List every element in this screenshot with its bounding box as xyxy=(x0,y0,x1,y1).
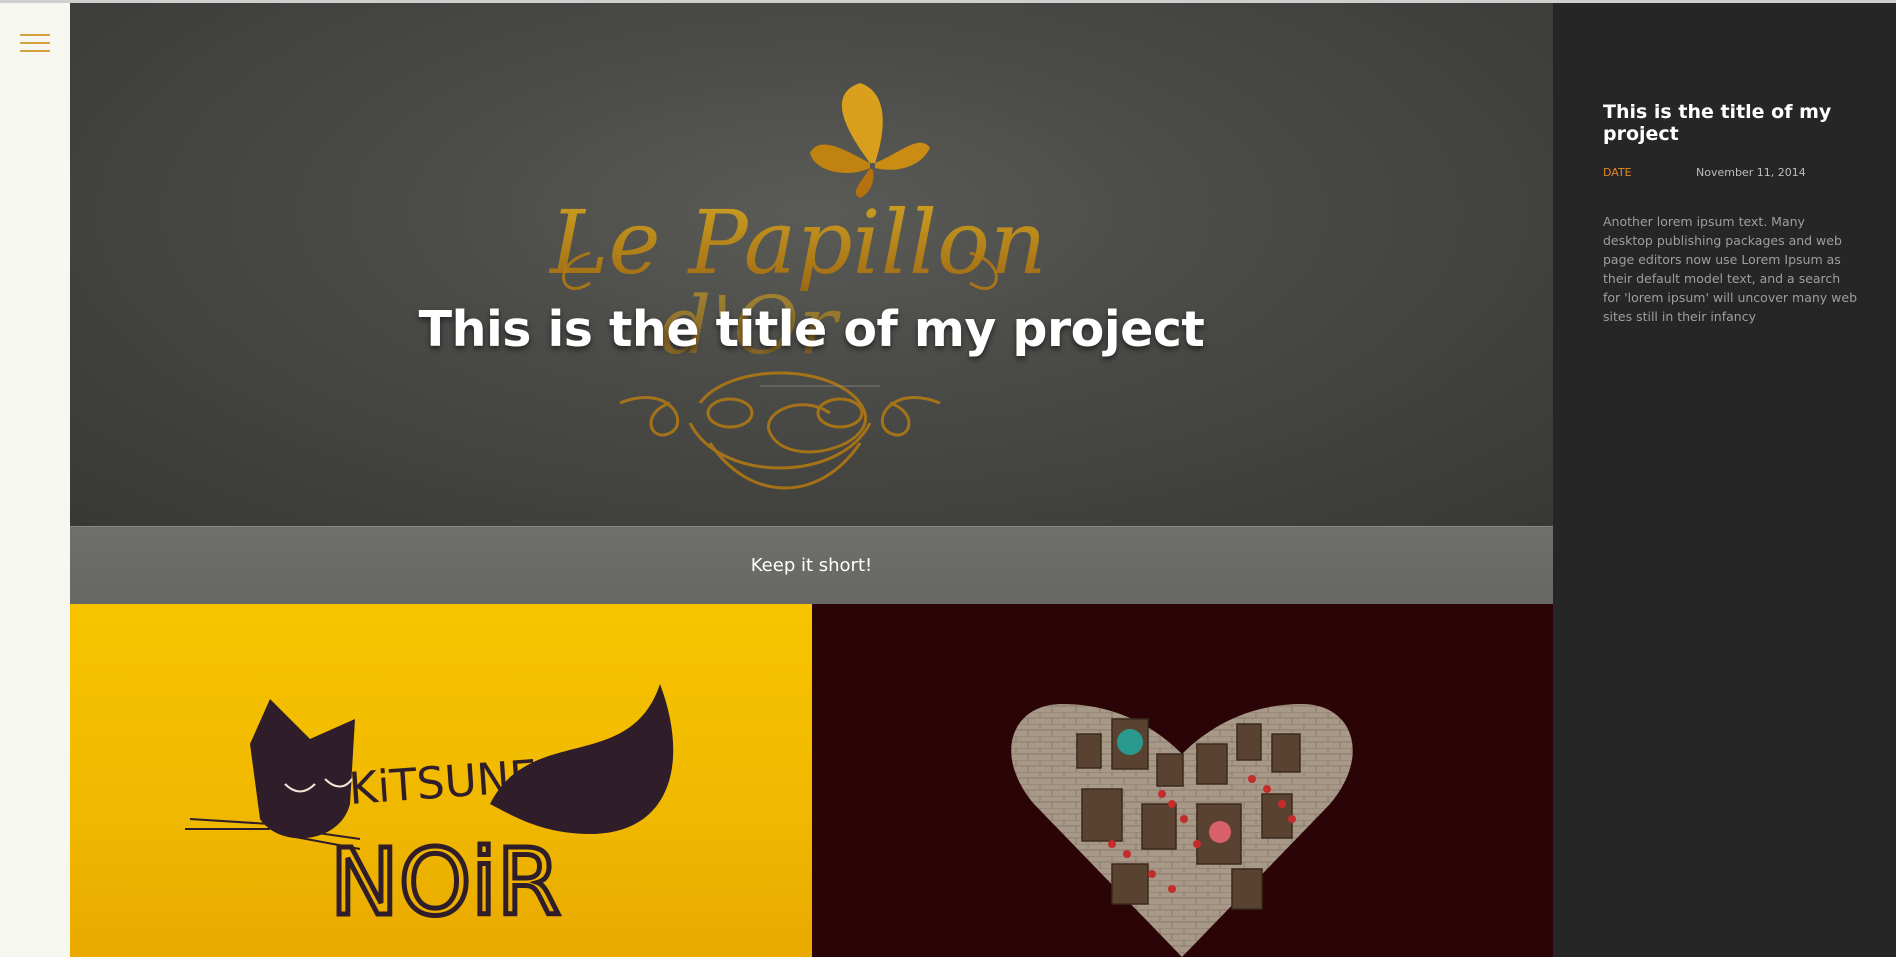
left-nav-bar xyxy=(0,3,70,957)
sidebar-project-title: This is the title of my project xyxy=(1603,101,1832,145)
gallery-tile-heart[interactable] xyxy=(812,604,1553,957)
noir-logo-text: NOiR xyxy=(330,829,561,936)
gallery-tile-kitsune-noir[interactable]: KiTSUNE NOiR xyxy=(70,604,812,957)
heart-windows-artwork xyxy=(1011,704,1353,957)
hamburger-menu-icon[interactable] xyxy=(18,31,52,59)
main-content: Le Papillon d'Or This is the title of my… xyxy=(70,3,1553,957)
project-description: Another lorem ipsum text. Many desktop p… xyxy=(1603,214,1858,324)
date-label: DATE xyxy=(1603,166,1632,179)
hero-caption: Keep it short! xyxy=(750,555,873,576)
butterfly-graphic xyxy=(810,83,930,198)
le-papillon-artwork: Le Papillon d'Or xyxy=(548,83,1047,490)
hero-project-banner[interactable]: Le Papillon d'Or This is the title of my… xyxy=(70,3,1553,526)
kitsune-noir-artwork: KiTSUNE NOiR xyxy=(185,684,674,939)
hero-title: This is the title of my project xyxy=(418,301,1205,358)
hero-caption-bar: Keep it short! xyxy=(70,526,1553,604)
project-info-sidebar: This is the title of my project DATE Nov… xyxy=(1553,3,1896,957)
date-value: November 11, 2014 xyxy=(1696,166,1806,179)
